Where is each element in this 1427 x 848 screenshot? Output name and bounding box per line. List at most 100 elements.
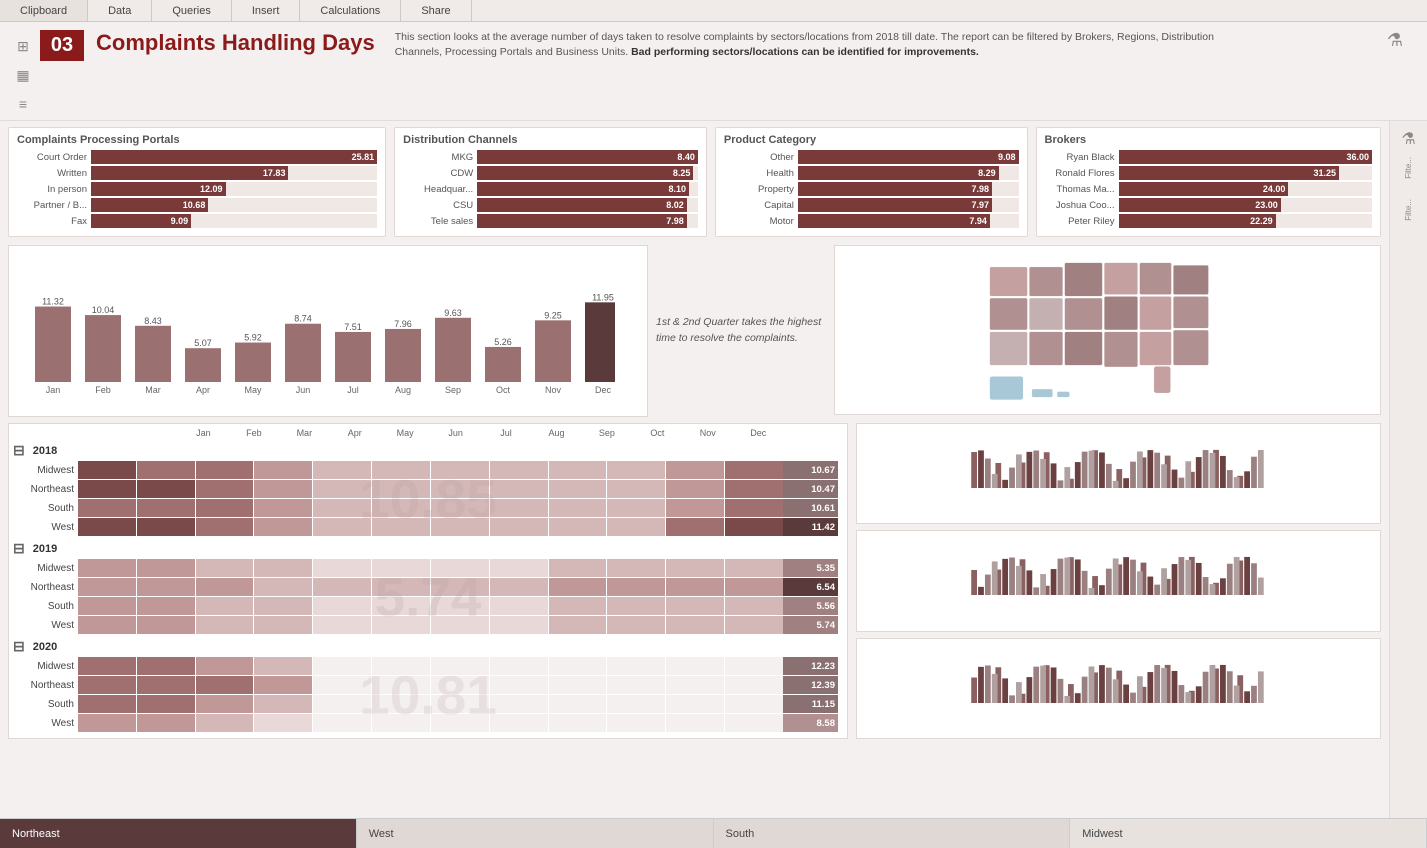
heatmap-cell-Northeast-9[interactable] [607, 676, 665, 694]
heatmap-cell-West-0[interactable] [78, 714, 136, 732]
heatmap-cell-Northeast-0[interactable] [78, 676, 136, 694]
heatmap-cell-West-5[interactable] [372, 518, 430, 536]
heatmap-cell-West-7[interactable] [490, 518, 548, 536]
heatmap-cell-South-2[interactable] [196, 499, 254, 517]
heatmap-cell-South-8[interactable] [549, 597, 607, 615]
heatmap-cell-South-11[interactable] [725, 597, 783, 615]
heatmap-cell-South-10[interactable] [666, 499, 724, 517]
heatmap-cell-Northeast-1[interactable] [137, 578, 195, 596]
heatmap-cell-South-6[interactable] [431, 499, 489, 517]
heatmap-cell-South-3[interactable] [254, 695, 312, 713]
heatmap-cell-Northeast-4[interactable] [313, 676, 371, 694]
heatmap-cell-Midwest-1[interactable] [137, 559, 195, 577]
heatmap-cell-West-6[interactable] [431, 616, 489, 634]
heatmap-cell-South-10[interactable] [666, 695, 724, 713]
heatmap-cell-West-4[interactable] [313, 616, 371, 634]
heatmap-cell-West-0[interactable] [78, 616, 136, 634]
heatmap-cell-South-6[interactable] [431, 597, 489, 615]
heatmap-cell-Midwest-6[interactable] [431, 461, 489, 479]
heatmap-cell-South-2[interactable] [196, 597, 254, 615]
heatmap-cell-Midwest-11[interactable] [725, 461, 783, 479]
heatmap-cell-Midwest-0[interactable] [78, 657, 136, 675]
heatmap-cell-Midwest-3[interactable] [254, 657, 312, 675]
heatmap-cell-West-10[interactable] [666, 714, 724, 732]
heatmap-cell-Midwest-3[interactable] [254, 461, 312, 479]
filter-icon-top[interactable]: ⚗ [1401, 129, 1415, 149]
heatmap-cell-Northeast-2[interactable] [196, 480, 254, 498]
year-minus-2019[interactable]: ⊟ [13, 540, 25, 557]
heatmap-cell-South-5[interactable] [372, 695, 430, 713]
heatmap-cell-Northeast-2[interactable] [196, 578, 254, 596]
heatmap-cell-Northeast-6[interactable] [431, 480, 489, 498]
heatmap-cell-Midwest-1[interactable] [137, 657, 195, 675]
heatmap-cell-West-5[interactable] [372, 714, 430, 732]
heatmap-cell-Midwest-8[interactable] [549, 559, 607, 577]
heatmap-cell-Midwest-10[interactable] [666, 461, 724, 479]
heatmap-cell-West-9[interactable] [607, 616, 665, 634]
menu-item-data[interactable]: Data [88, 0, 152, 21]
heatmap-cell-Northeast-7[interactable] [490, 578, 548, 596]
heatmap-cell-West-11[interactable] [725, 714, 783, 732]
heatmap-cell-Midwest-10[interactable] [666, 657, 724, 675]
heatmap-cell-West-8[interactable] [549, 714, 607, 732]
heatmap-cell-Midwest-2[interactable] [196, 559, 254, 577]
heatmap-cell-Midwest-9[interactable] [607, 657, 665, 675]
heatmap-cell-South-2[interactable] [196, 695, 254, 713]
heatmap-cell-Midwest-5[interactable] [372, 657, 430, 675]
heatmap-cell-South-4[interactable] [313, 695, 371, 713]
heatmap-cell-Midwest-9[interactable] [607, 559, 665, 577]
heatmap-cell-Midwest-5[interactable] [372, 461, 430, 479]
heatmap-cell-Northeast-10[interactable] [666, 578, 724, 596]
heatmap-cell-Northeast-10[interactable] [666, 480, 724, 498]
heatmap-cell-Northeast-8[interactable] [549, 578, 607, 596]
bottom-northeast[interactable]: Northeast [0, 819, 357, 848]
heatmap-cell-West-3[interactable] [254, 518, 312, 536]
sidebar-icon-list[interactable]: ≡ [19, 96, 27, 112]
heatmap-cell-South-7[interactable] [490, 499, 548, 517]
heatmap-cell-Northeast-3[interactable] [254, 578, 312, 596]
heatmap-cell-Midwest-10[interactable] [666, 559, 724, 577]
heatmap-cell-Northeast-5[interactable] [372, 676, 430, 694]
heatmap-cell-West-2[interactable] [196, 518, 254, 536]
heatmap-cell-West-10[interactable] [666, 616, 724, 634]
heatmap-cell-Northeast-4[interactable] [313, 578, 371, 596]
heatmap-cell-Midwest-6[interactable] [431, 657, 489, 675]
heatmap-cell-Northeast-11[interactable] [725, 578, 783, 596]
heatmap-cell-Northeast-0[interactable] [78, 480, 136, 498]
heatmap-cell-West-0[interactable] [78, 518, 136, 536]
heatmap-cell-Midwest-4[interactable] [313, 559, 371, 577]
heatmap-cell-West-7[interactable] [490, 714, 548, 732]
heatmap-cell-Midwest-5[interactable] [372, 559, 430, 577]
heatmap-cell-West-4[interactable] [313, 518, 371, 536]
heatmap-cell-South-1[interactable] [137, 597, 195, 615]
heatmap-cell-Northeast-7[interactable] [490, 480, 548, 498]
heatmap-cell-West-9[interactable] [607, 518, 665, 536]
heatmap-cell-Midwest-7[interactable] [490, 461, 548, 479]
heatmap-cell-West-6[interactable] [431, 518, 489, 536]
heatmap-cell-West-4[interactable] [313, 714, 371, 732]
heatmap-cell-West-5[interactable] [372, 616, 430, 634]
heatmap-cell-South-3[interactable] [254, 499, 312, 517]
bottom-midwest[interactable]: Midwest [1070, 819, 1427, 848]
heatmap-cell-Midwest-8[interactable] [549, 657, 607, 675]
year-minus-2020[interactable]: ⊟ [13, 638, 25, 655]
heatmap-cell-South-0[interactable] [78, 695, 136, 713]
heatmap-cell-Northeast-3[interactable] [254, 676, 312, 694]
heatmap-cell-South-3[interactable] [254, 597, 312, 615]
filter-icon-area[interactable]: ⚗ [1375, 30, 1415, 51]
heatmap-cell-South-4[interactable] [313, 499, 371, 517]
heatmap-cell-West-1[interactable] [137, 616, 195, 634]
heatmap-cell-Midwest-11[interactable] [725, 657, 783, 675]
year-minus-2018[interactable]: ⊟ [13, 442, 25, 459]
heatmap-cell-West-8[interactable] [549, 518, 607, 536]
heatmap-cell-West-1[interactable] [137, 714, 195, 732]
heatmap-cell-South-9[interactable] [607, 597, 665, 615]
heatmap-cell-West-2[interactable] [196, 616, 254, 634]
heatmap-cell-Midwest-11[interactable] [725, 559, 783, 577]
sidebar-icon-grid[interactable]: ⊞ [17, 38, 29, 55]
heatmap-cell-Midwest-9[interactable] [607, 461, 665, 479]
heatmap-cell-Midwest-2[interactable] [196, 657, 254, 675]
heatmap-cell-South-8[interactable] [549, 499, 607, 517]
heatmap-cell-South-7[interactable] [490, 597, 548, 615]
heatmap-cell-Northeast-8[interactable] [549, 480, 607, 498]
